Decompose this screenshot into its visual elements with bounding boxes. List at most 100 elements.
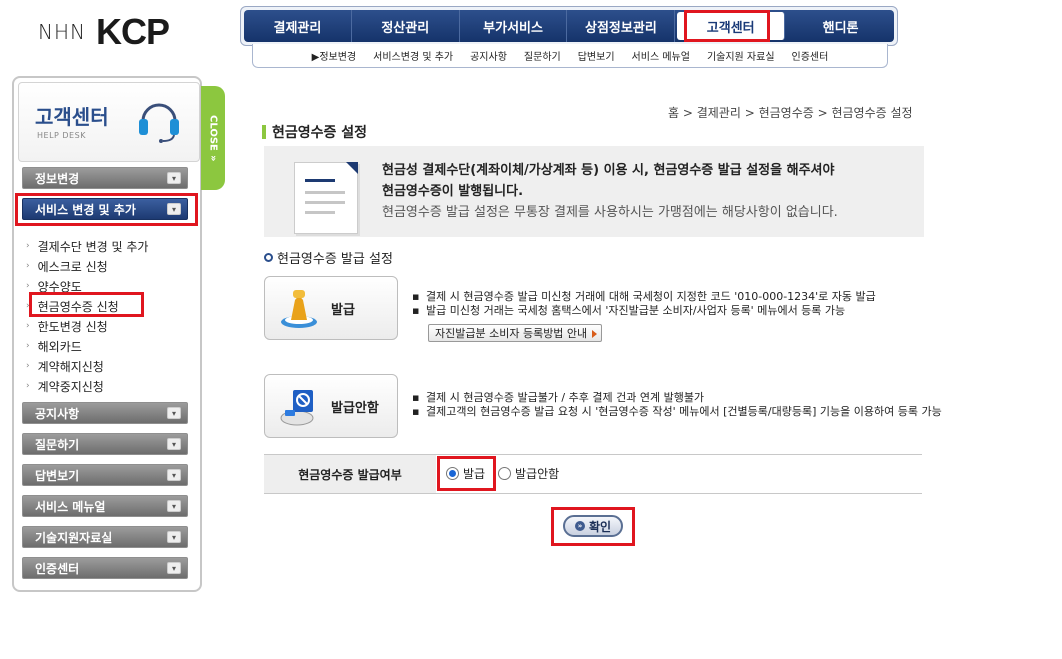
sidebar-subitem[interactable]: › 에스크로 신청 bbox=[26, 256, 148, 276]
bullet-icon: ▪ bbox=[412, 290, 420, 303]
topnav-item[interactable]: 결제관리 bbox=[244, 10, 352, 42]
issue-desc-2: 발급 미신청 거래는 국세청 홈택스에서 '자진발급분 소비자/사업자 등록' … bbox=[426, 304, 846, 317]
chevron-down-icon: ▾ bbox=[167, 500, 181, 512]
sidebar-subitem[interactable]: › 계약해지신청 bbox=[26, 356, 148, 376]
top-navigation-bar: 결제관리 정산관리 부가서비스 상점정보관리 고객센터 핸디론 bbox=[244, 10, 894, 42]
subnav-item[interactable]: 인증센터 bbox=[792, 48, 829, 63]
no-issue-desc-2: 결제고객의 현금영수증 발급 요청 시 '현금영수증 작성' 메뉴에서 [건별등… bbox=[426, 405, 942, 418]
section-label: 현금영수증 발급 설정 bbox=[264, 248, 393, 267]
chevron-right-icon: › bbox=[26, 361, 30, 371]
subnav-item[interactable]: 공지사항 bbox=[470, 48, 507, 63]
notice-text: 현금성 결제수단(계좌이체/가상계좌 등) 이용 시, 현금영수증 발급 설정을… bbox=[382, 160, 838, 223]
highlight-box bbox=[15, 193, 198, 226]
chevron-down-icon: ▾ bbox=[167, 562, 181, 574]
self-issue-guide-button[interactable]: 자진발급분 소비자 등록방법 안내 bbox=[428, 324, 603, 342]
sidebar-subitem-label: 한도변경 신청 bbox=[37, 319, 108, 334]
highlight-box bbox=[551, 507, 635, 546]
issue-option-description: ▪ 결제 시 현금영수증 발급 미신청 거래에 대해 국세청이 지정한 코드 '0… bbox=[412, 290, 876, 318]
sidebar-menu-label: 인증센터 bbox=[35, 561, 80, 576]
chevron-down-icon: ▾ bbox=[167, 407, 181, 419]
radio-no-issue[interactable]: 발급안함 bbox=[498, 465, 559, 482]
close-label: CLOSE bbox=[207, 114, 219, 151]
double-chevron-icon: » bbox=[207, 154, 219, 162]
no-issue-option-button[interactable]: 발급안함 bbox=[264, 374, 398, 438]
subnav-item[interactable]: ▶정보변경 bbox=[312, 48, 357, 63]
sidebar-menu-label: 질문하기 bbox=[35, 437, 80, 452]
no-issue-option-label: 발급안함 bbox=[331, 400, 379, 416]
chevron-down-icon: ▾ bbox=[167, 531, 181, 543]
highlight-box bbox=[437, 456, 496, 491]
chevron-right-icon: › bbox=[26, 381, 30, 391]
highlight-box bbox=[29, 292, 144, 317]
topnav-item[interactable]: 부가서비스 bbox=[460, 10, 568, 42]
highlight-box bbox=[684, 10, 770, 42]
subnav-item[interactable]: 서비스 메뉴얼 bbox=[632, 48, 690, 63]
sidebar-header: 고객센터 HELP DESK bbox=[18, 82, 200, 162]
sidebar-subitem-label: 계약해지신청 bbox=[37, 359, 104, 374]
sidebar-menu-label: 공지사항 bbox=[35, 406, 80, 421]
notice-line: 현금영수증이 발행됩니다. bbox=[382, 184, 524, 199]
no-receipt-icon bbox=[280, 390, 314, 426]
breadcrumb: 홈 > 결제관리 > 현금영수증 > 현금영수증 설정 bbox=[668, 106, 913, 120]
subnav-item[interactable]: 질문하기 bbox=[524, 48, 561, 63]
issue-desc-1: 결제 시 현금영수증 발급 미신청 거래에 대해 국세청이 지정한 코드 '01… bbox=[426, 290, 876, 303]
sidebar-subtitle: HELP DESK bbox=[37, 131, 86, 140]
logo-nhn: NHN bbox=[38, 20, 86, 44]
sidebar-subitem-label: 계약중지신청 bbox=[37, 379, 104, 394]
radio-no-issue-circle[interactable] bbox=[498, 467, 511, 480]
sidebar-menu-button[interactable]: 질문하기 ▾ bbox=[22, 433, 188, 455]
sidebar-menu-button[interactable]: 공지사항 ▾ bbox=[22, 402, 188, 424]
issue-option-button[interactable]: 발급 bbox=[264, 276, 398, 340]
sidebar-subitem[interactable]: › 계약중지신청 bbox=[26, 376, 148, 396]
sidebar-close-tab[interactable]: CLOSE » bbox=[201, 86, 225, 190]
no-issue-desc-1: 결제 시 현금영수증 발급불가 / 추후 결제 건과 연계 발행불가 bbox=[426, 391, 705, 404]
notice-line: 현금성 결제수단(계좌이체/가상계좌 등) 이용 시, 현금영수증 발급 설정을… bbox=[382, 163, 835, 178]
chevron-right-icon: › bbox=[26, 321, 30, 331]
radio-no-issue-label: 발급안함 bbox=[515, 467, 560, 481]
bullet-icon: ▪ bbox=[412, 405, 420, 418]
subnav-item[interactable]: 기술지원 자료실 bbox=[707, 48, 775, 63]
sidebar-menu-label: 답변보기 bbox=[35, 468, 80, 483]
kcp-logo[interactable]: NHN KCP bbox=[38, 11, 170, 52]
issue-option-label: 발급 bbox=[331, 302, 355, 318]
chevron-right-icon: › bbox=[26, 241, 30, 251]
sidebar-menu-label: 정보변경 bbox=[35, 171, 80, 186]
sidebar-subitem[interactable]: › 결제수단 변경 및 추가 bbox=[26, 236, 148, 256]
sidebar-menu-button[interactable]: 인증센터 ▾ bbox=[22, 557, 188, 579]
top-navigation: 결제관리 정산관리 부가서비스 상점정보관리 고객센터 핸디론 bbox=[240, 6, 898, 46]
subnav-item[interactable]: 답변보기 bbox=[578, 48, 615, 63]
bullet-icon: ▪ bbox=[412, 304, 420, 317]
no-issue-option-description: ▪ 결제 시 현금영수증 발급불가 / 추후 결제 건과 연계 발행불가 ▪ 결제고… bbox=[412, 391, 942, 419]
sidebar-menu-button[interactable]: 서비스 메뉴얼 ▾ bbox=[22, 495, 188, 517]
sidebar-menu-button[interactable]: 정보변경 ▾ bbox=[22, 167, 188, 189]
section-label-text: 현금영수증 발급 설정 bbox=[277, 252, 393, 267]
sidebar-menu-button[interactable]: 답변보기 ▾ bbox=[22, 464, 188, 486]
chevron-right-icon: › bbox=[26, 341, 30, 351]
sidebar-subitem[interactable]: › 해외카드 bbox=[26, 336, 148, 356]
sidebar-menu-button[interactable]: 기술지원자료실 ▾ bbox=[22, 526, 188, 548]
chevron-down-icon: ▾ bbox=[167, 438, 181, 450]
topnav-item[interactable]: 핸디론 bbox=[787, 10, 894, 42]
topnav-item[interactable]: 상점정보관리 bbox=[567, 10, 676, 42]
chevron-right-icon: › bbox=[26, 281, 30, 291]
chevron-down-icon: ▾ bbox=[167, 469, 181, 481]
headset-icon bbox=[139, 103, 179, 143]
sidebar-subitem[interactable]: › 한도변경 신청 bbox=[26, 316, 148, 336]
subnav-item[interactable]: 서비스변경 및 추가 bbox=[373, 48, 453, 63]
sidebar-subitem-label: 에스크로 신청 bbox=[37, 259, 108, 274]
document-icon bbox=[294, 162, 358, 234]
sidebar-title: 고객센터 bbox=[35, 105, 109, 129]
page-title: 현금영수증 설정 bbox=[262, 122, 367, 142]
topnav-item[interactable]: 정산관리 bbox=[352, 10, 460, 42]
sidebar-subitem-label: 결제수단 변경 및 추가 bbox=[37, 239, 149, 254]
issue-selection-row: 현금영수증 발급여부 발급 발급안함 bbox=[264, 454, 922, 494]
bullet-icon: ▪ bbox=[412, 391, 420, 404]
sidebar-subitem-label: 해외카드 bbox=[37, 339, 82, 354]
receipt-stamp-icon bbox=[281, 290, 317, 328]
ring-bullet-icon bbox=[264, 253, 273, 262]
chevron-right-icon: › bbox=[26, 261, 30, 271]
notice-box: 현금성 결제수단(계좌이체/가상계좌 등) 이용 시, 현금영수증 발급 설정을… bbox=[264, 146, 924, 237]
sub-navigation: ▶정보변경 서비스변경 및 추가 공지사항 질문하기 답변보기 서비스 메뉴얼 기술지원 자… bbox=[252, 44, 888, 68]
logo-kcp: KCP bbox=[95, 11, 170, 52]
chevron-down-icon: ▾ bbox=[167, 172, 181, 184]
